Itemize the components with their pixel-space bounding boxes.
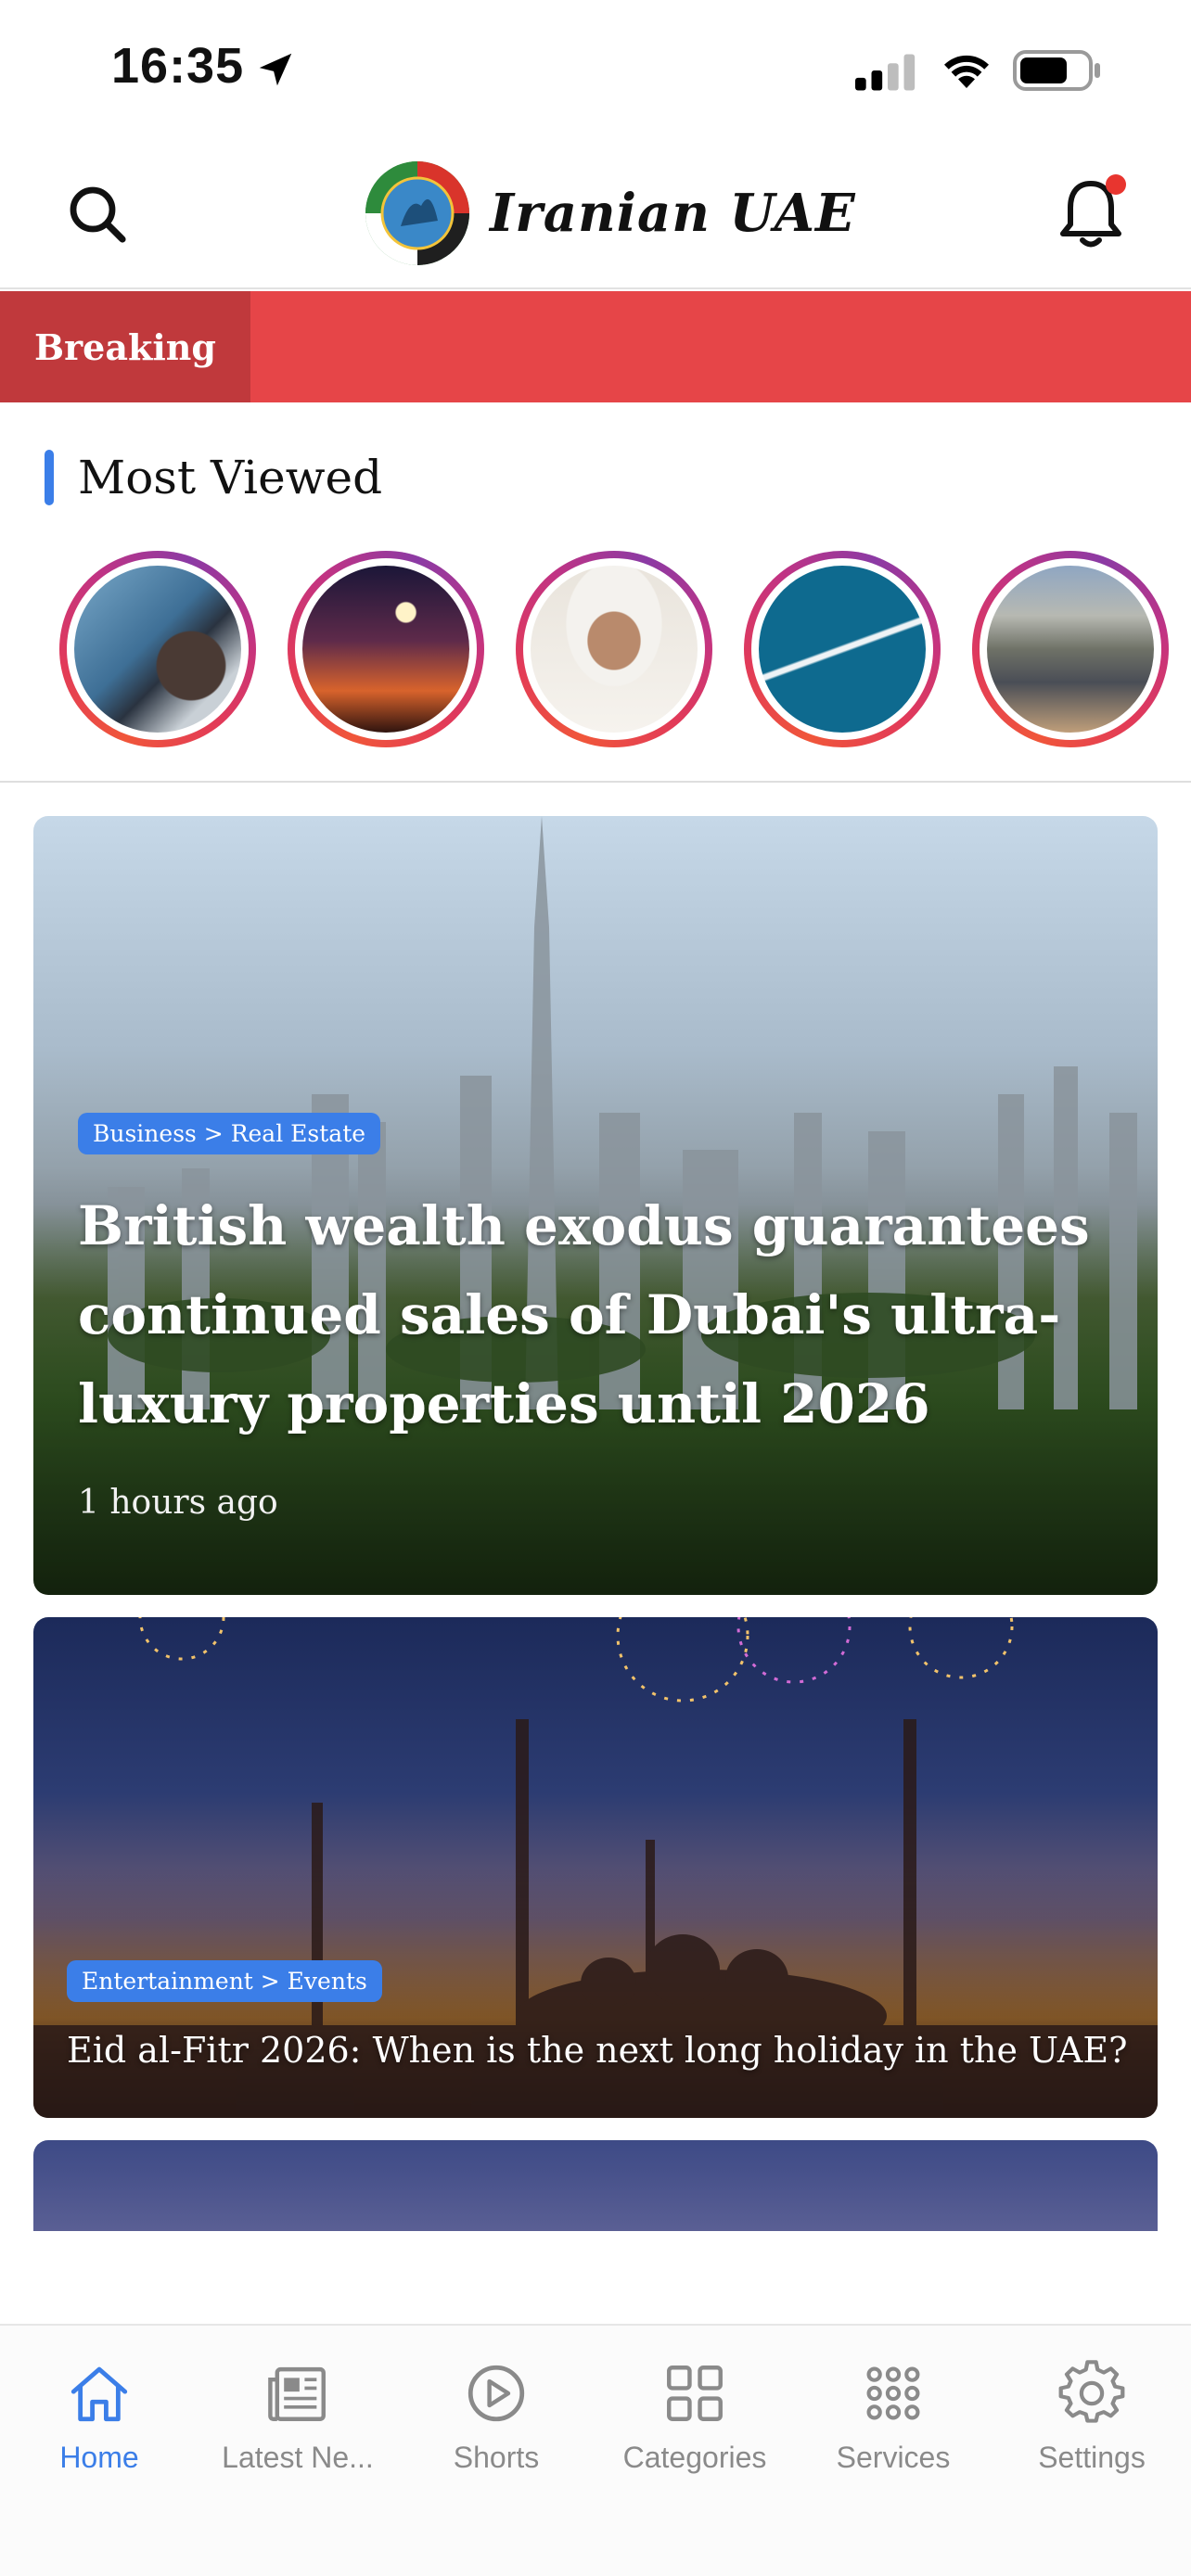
section-divider bbox=[0, 781, 1191, 783]
app-header: Iranian UAE bbox=[0, 139, 1191, 289]
bottom-tab-bar: Home Latest Ne... Shorts Categories Serv… bbox=[0, 2324, 1191, 2576]
tab-label: Shorts bbox=[453, 2441, 540, 2474]
article-headline[interactable]: British wealth exodus guarantees continu… bbox=[78, 1181, 1117, 1448]
tab-label: Home bbox=[59, 2441, 139, 2474]
location-arrow-icon bbox=[259, 53, 292, 86]
story-thumbnail-person-at-window bbox=[74, 566, 241, 733]
search-icon bbox=[70, 186, 126, 243]
tab-latest-news[interactable]: Latest Ne... bbox=[198, 2359, 397, 2480]
battery-icon bbox=[1013, 50, 1100, 91]
tab-label: Settings bbox=[1038, 2441, 1146, 2474]
most-viewed-title: Most Viewed bbox=[78, 451, 383, 504]
tab-label: Latest Ne... bbox=[222, 2441, 374, 2474]
tab-settings[interactable]: Settings bbox=[992, 2359, 1191, 2480]
most-viewed-header: Most Viewed bbox=[45, 449, 382, 506]
notification-dot bbox=[1106, 174, 1126, 195]
app-logo[interactable]: Iranian UAE bbox=[364, 158, 856, 269]
story-item[interactable] bbox=[972, 551, 1169, 747]
breaking-label: Breaking bbox=[0, 291, 250, 402]
status-bar: 16:35 bbox=[0, 0, 1191, 139]
story-item[interactable] bbox=[288, 551, 484, 747]
story-item[interactable] bbox=[516, 551, 712, 747]
tab-services[interactable]: Services bbox=[794, 2359, 992, 2480]
grid-icon bbox=[667, 2366, 723, 2421]
article-category-tag[interactable]: Business > Real Estate bbox=[78, 1113, 381, 1154]
dots-grid-icon bbox=[866, 2366, 920, 2420]
article-card-partial[interactable] bbox=[33, 2140, 1158, 2231]
newspaper-icon bbox=[268, 2366, 326, 2421]
search-button[interactable] bbox=[61, 178, 135, 252]
logo-emblem-icon bbox=[365, 161, 469, 265]
breaking-news-bar[interactable]: Breaking bbox=[0, 291, 1191, 402]
story-item[interactable] bbox=[59, 551, 256, 747]
story-thumbnail-man-in-ghutra bbox=[531, 566, 698, 733]
article-timestamp: 1 hours ago bbox=[78, 1484, 278, 1522]
cellular-signal-icon bbox=[855, 54, 916, 91]
article-card[interactable]: Entertainment > Events Eid al-Fitr 2026:… bbox=[33, 1617, 1158, 2118]
section-accent-bar bbox=[45, 450, 54, 505]
tab-home[interactable]: Home bbox=[0, 2359, 198, 2480]
tab-shorts[interactable]: Shorts bbox=[397, 2359, 596, 2480]
play-circle-icon bbox=[467, 2365, 525, 2422]
story-thumbnail-highway-aerial bbox=[987, 566, 1154, 733]
home-icon bbox=[70, 2366, 128, 2422]
story-thumbnail-rocket-over-sea bbox=[759, 566, 926, 733]
wifi-icon bbox=[944, 55, 989, 88]
gear-icon bbox=[1058, 2360, 1125, 2423]
story-thumbnail-burj-khalifa-crescent-night bbox=[302, 566, 469, 733]
logo-text: Iranian UAE bbox=[490, 183, 856, 244]
article-headline[interactable]: Eid al-Fitr 2026: When is the next long … bbox=[67, 2025, 1143, 2075]
tab-label: Categories bbox=[622, 2441, 767, 2474]
article-category-tag[interactable]: Entertainment > Events bbox=[67, 1960, 382, 2002]
tab-categories[interactable]: Categories bbox=[596, 2359, 794, 2480]
most-viewed-stories bbox=[59, 551, 1191, 749]
featured-article-card[interactable]: Business > Real Estate British wealth ex… bbox=[33, 816, 1158, 1595]
story-item[interactable] bbox=[744, 551, 941, 747]
status-time: 16:35 bbox=[111, 38, 245, 94]
tab-label: Services bbox=[836, 2441, 951, 2474]
notifications-button[interactable] bbox=[1054, 172, 1128, 256]
